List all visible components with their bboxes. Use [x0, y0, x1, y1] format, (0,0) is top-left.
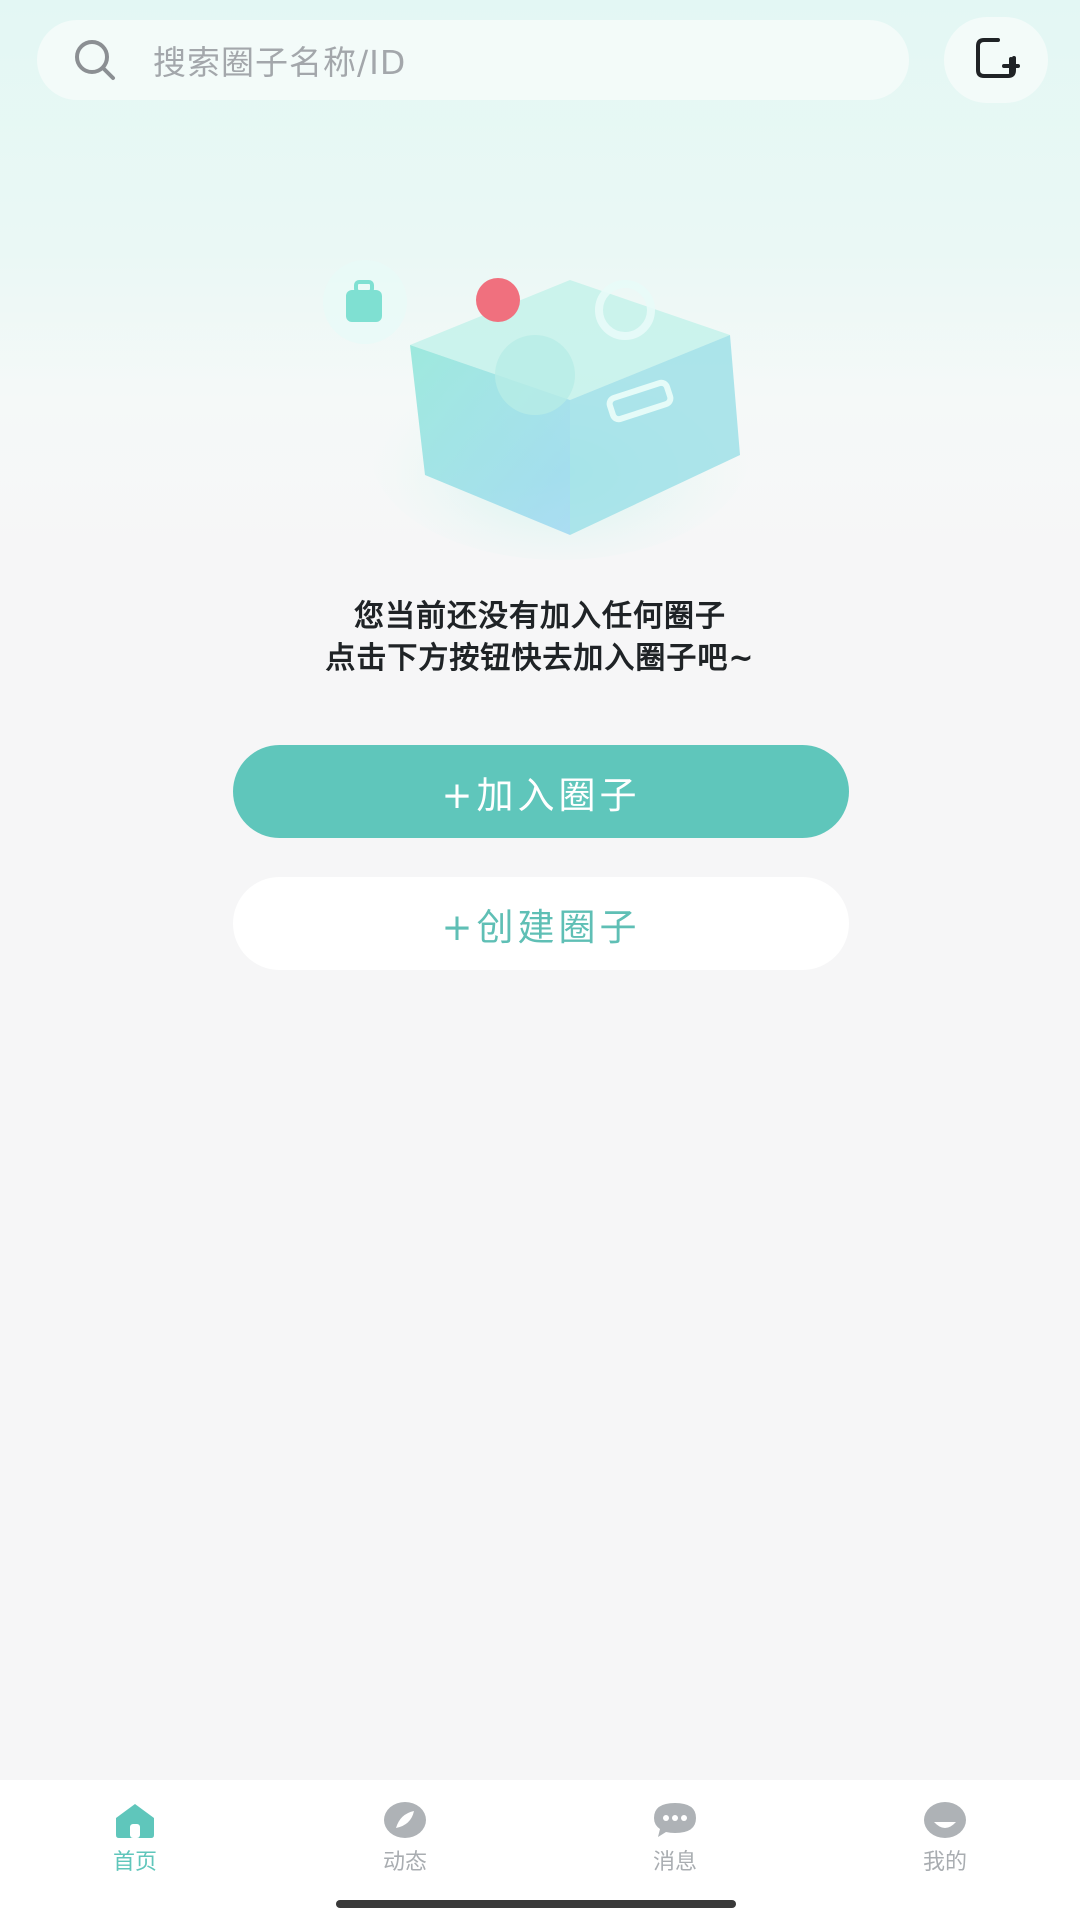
- empty-state-message: 您当前还没有加入任何圈子 点击下方按钮快去加入圈子吧~: [0, 596, 1080, 680]
- search-icon: [69, 34, 121, 86]
- empty-state-line-2: 点击下方按钮快去加入圈子吧~: [325, 641, 755, 676]
- join-circle-button[interactable]: +加入圈子: [233, 745, 849, 838]
- tab-messages-label: 消息: [652, 1850, 697, 1875]
- chat-bubble-icon: [651, 1800, 699, 1840]
- tab-home[interactable]: 首页: [0, 1780, 270, 1920]
- add-square-icon: [972, 34, 1020, 86]
- add-circle-button[interactable]: [944, 17, 1048, 103]
- home-indicator: [336, 1900, 736, 1908]
- tab-home-label: 首页: [112, 1850, 157, 1875]
- tab-moments-label: 动态: [382, 1850, 427, 1875]
- home-icon: [111, 1800, 159, 1840]
- empty-box-illustration: [320, 250, 760, 560]
- leaf-icon: [381, 1800, 429, 1840]
- search-input[interactable]: 搜索圈子名称/ID: [153, 36, 406, 84]
- tab-messages[interactable]: 消息: [540, 1780, 810, 1920]
- search-bar[interactable]: 搜索圈子名称/ID: [37, 20, 909, 100]
- tab-moments[interactable]: 动态: [270, 1780, 540, 1920]
- empty-state-line-1: 您当前还没有加入任何圈子: [354, 599, 726, 634]
- tab-profile[interactable]: 我的: [810, 1780, 1080, 1920]
- create-circle-button[interactable]: +创建圈子: [233, 877, 849, 970]
- bottom-tab-bar: 首页 动态 消息 我的: [0, 1780, 1080, 1920]
- profile-icon: [921, 1800, 969, 1840]
- tab-profile-label: 我的: [922, 1850, 967, 1875]
